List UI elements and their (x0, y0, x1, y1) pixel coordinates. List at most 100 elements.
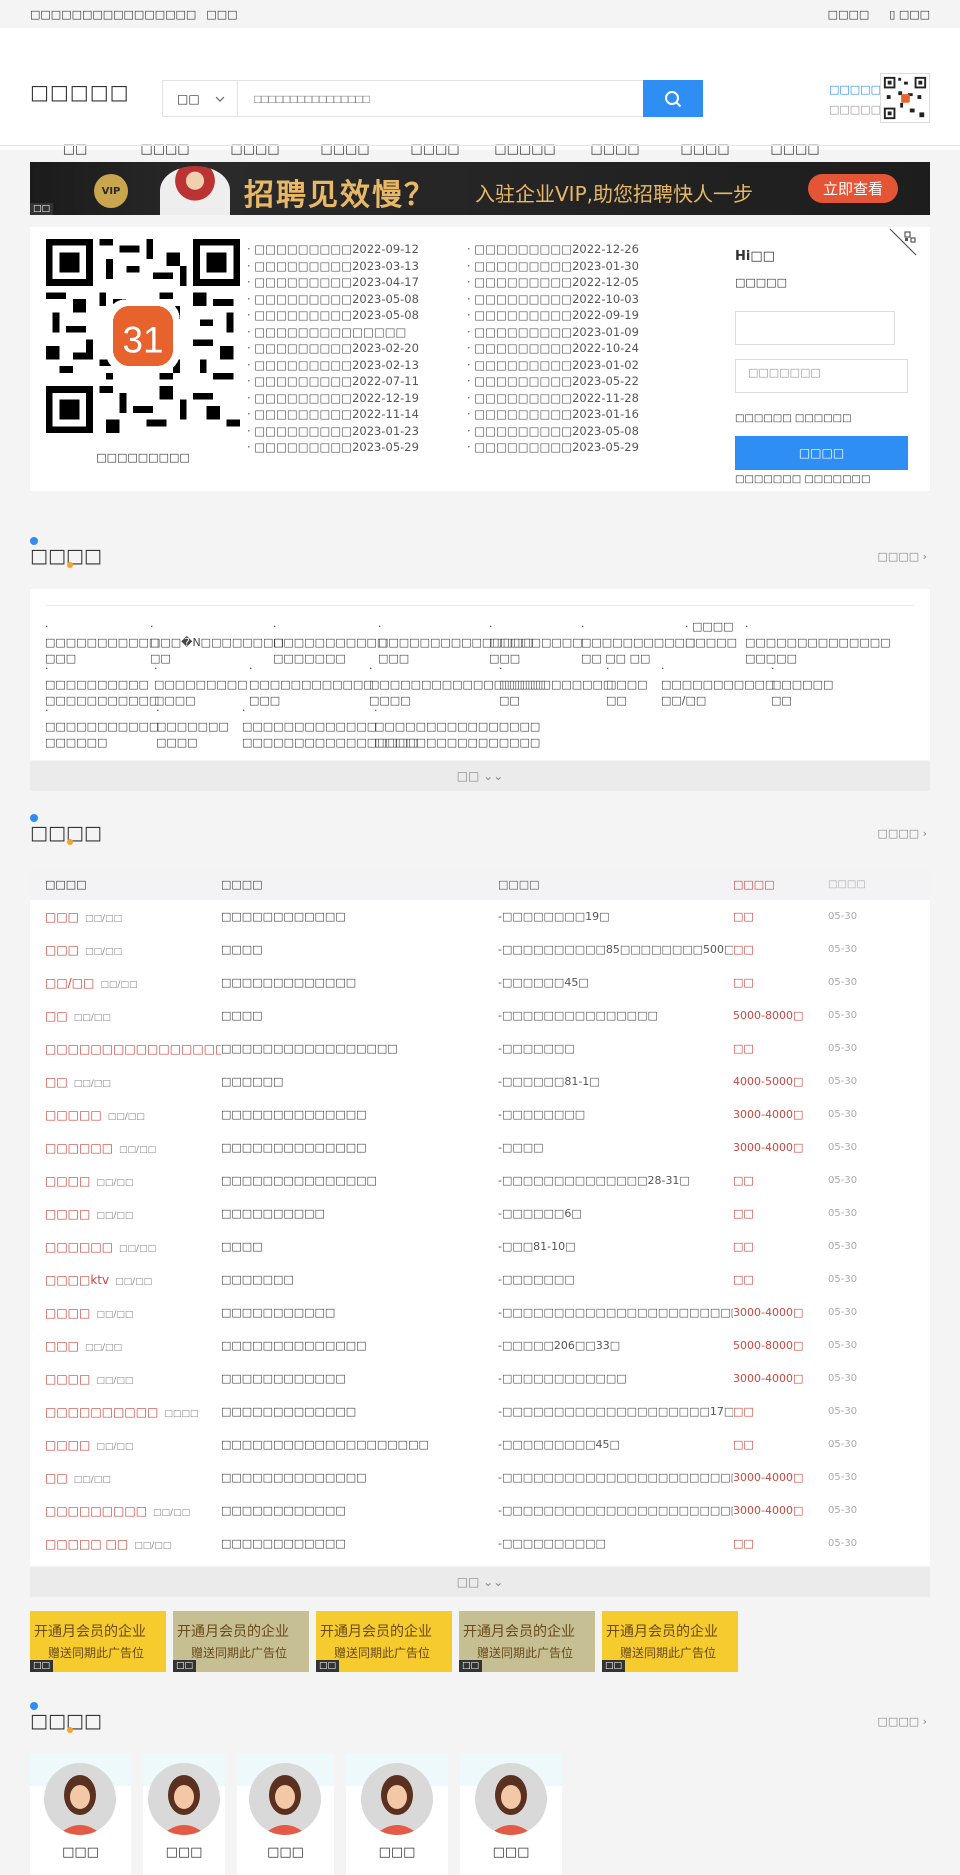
login-button[interactable]: □□□□ (735, 436, 908, 470)
company-cell[interactable]: □□□□□□□□□□□□□□ (221, 1471, 498, 1484)
news-item[interactable]: · □□□□□□□□□2023-05-22 (467, 373, 639, 390)
company-cell[interactable]: □□□□□□□ (221, 1273, 498, 1286)
company-cell[interactable]: □□□□□□□□□□□□□□ (221, 1339, 498, 1352)
job-title-cell[interactable]: □□□□□ □□/□□ (30, 1108, 221, 1122)
talent-card[interactable]: □□□ (460, 1753, 562, 1875)
table-row[interactable]: □□□□ktv □□/□□ □□□□□□□ -□□□□□□□ □□ 05-30 (30, 1263, 930, 1296)
tag-link[interactable]: · □□□□□□□□□□□□□□ □□□□□ (745, 619, 891, 667)
company-cell[interactable]: □□□□□□□□□□□□ (221, 1504, 498, 1517)
company-cell[interactable]: □□□□□□□□□□□□□□□□□□□□ (221, 1438, 498, 1451)
job-title[interactable]: □□□ (45, 943, 79, 957)
job-title-cell[interactable]: □□□□□□ □□/□□ (30, 1141, 221, 1155)
ad-slot[interactable]: 开通月会员的企业 赠送同期此广告位 □□ (459, 1611, 595, 1672)
job-title[interactable]: □□/□□ (45, 976, 94, 990)
job-title-cell[interactable]: □□□ □□/□□ (30, 910, 221, 924)
company-cell[interactable]: □□□□ (221, 1009, 498, 1022)
company-cell[interactable]: □□□□□□□□□□□□ (221, 1537, 498, 1550)
job-title-cell[interactable]: □□ □□/□□ (30, 1009, 221, 1023)
news-item[interactable]: · □□□□□□□□□2023-05-29 (247, 439, 419, 456)
table-row[interactable]: □□□ □□/□□ □□□□□□□□□□□□□□ -□□□□□206□□33□ 5000… (30, 1329, 930, 1362)
company-cell[interactable]: □□□□□□ (221, 1075, 498, 1088)
job-title-cell[interactable]: □□□ □□/□□ (30, 943, 221, 957)
tag-link[interactable]: · □□□□□□□□□ □□□□ (154, 661, 248, 709)
company-cell[interactable]: □□□□ (221, 1240, 498, 1253)
tag-link[interactable]: · □□□□ □□ (606, 661, 653, 709)
qr-toggle-icon[interactable] (888, 227, 918, 257)
job-title[interactable]: □□ (45, 1471, 68, 1485)
banner-view-button[interactable]: 立即查看 (808, 174, 898, 203)
job-title[interactable]: □□□□□□□□□□ (45, 1405, 158, 1419)
table-row[interactable]: □□□□ □□/□□ □□□□□□□□□□□□ -□□□□□□□□□□□□ 3000-4… (30, 1362, 930, 1395)
news-item[interactable]: · □□□□□□□□□□□□□□ (247, 324, 419, 341)
company-cell[interactable]: □□□□□□□□□□□□□□□□□ (221, 1042, 498, 1055)
job-title-cell[interactable]: □□/□□ □□/□□ (30, 976, 221, 990)
table-row[interactable]: □□□□ □□/□□ □□□□□□□□□□□□□□□ -□□□□□□□□□□□□□□2… (30, 1164, 930, 1197)
job-title[interactable]: □□□□□□□□□ (45, 1504, 147, 1518)
table-row[interactable]: □□□ □□/□□ □□□□□□□□□□□□ -□□□□□□□□19□ □□ 05-30 (30, 900, 930, 933)
news-item[interactable]: · □□□□□□□□□2023-01-02 (467, 357, 639, 374)
tag-link[interactable]: · □□□□□□□□□□ □□□□□□□□□□□ (45, 661, 159, 709)
job-title[interactable]: □□□ (45, 910, 79, 924)
tag-link[interactable]: · □□□□ □□□□□ (685, 619, 737, 667)
company-cell[interactable]: □□□□□□□□□□□□□□ (221, 1141, 498, 1154)
job-title-cell[interactable]: □□ □□/□□ (30, 1471, 221, 1485)
news-item[interactable]: · □□□□□□□□□2023-03-13 (247, 258, 419, 275)
job-title-cell[interactable]: □□□□ □□/□□ (30, 1438, 221, 1452)
job-title[interactable]: □□□□□ □□ (45, 1537, 128, 1551)
news-item[interactable]: · □□□□□□□□□2023-01-09 (467, 324, 639, 341)
job-title[interactable]: □□□□ (45, 1306, 90, 1320)
news-item[interactable]: · □□□□□□□□□2022-11-14 (247, 406, 419, 423)
news-item[interactable]: · □□□□□□□□□2023-01-30 (467, 258, 639, 275)
news-item[interactable]: · □□□□□□□□□2023-04-17 (247, 274, 419, 291)
company-cell[interactable]: □□□□□□□□□□□□□□ (221, 1108, 498, 1121)
news-item[interactable]: · □□□□□□□□□2023-02-20 (247, 340, 419, 357)
talent-card[interactable]: □□□ (143, 1753, 225, 1875)
tag-link[interactable]: · □□□□□□□□□□□ □□ (499, 661, 613, 709)
job-title-cell[interactable]: □□□□□□□□□ □□/□□ (30, 1504, 221, 1518)
password-field[interactable]: □□□□□□□ (735, 359, 908, 393)
search-button[interactable] (643, 80, 703, 117)
news-item[interactable]: · □□□□□□□□□2023-05-29 (467, 439, 639, 456)
job-title[interactable]: □□ (45, 1009, 68, 1023)
tag-link[interactable]: · □□□□□□□□□□□□□ □□□□□□□□□□□□□□□□□ (242, 703, 419, 751)
news-item[interactable]: · □□□□□□□□□2022-11-28 (467, 390, 639, 407)
job-title[interactable]: □□ (45, 1075, 68, 1089)
job-title[interactable]: □□□ (45, 1339, 79, 1353)
tag-link[interactable]: · □□□□□□□□□□□ □□/□□ (661, 661, 775, 709)
username-field[interactable] (735, 311, 895, 345)
table-row[interactable]: □□□□□□□□□□ □□□□ □□□□□□□□□□□□□ -□□□□□□□□□□□□… (30, 1395, 930, 1428)
expand-button[interactable]: □□ ⌄⌄ (30, 761, 930, 791)
company-cell[interactable]: □□□□□□□□□□□□□ (221, 976, 498, 989)
job-title-cell[interactable]: □□□□□□□□□□□□□□□□□□□/□□ (30, 1042, 221, 1056)
job-title[interactable]: □□□□ (45, 1174, 90, 1188)
more-link[interactable]: □□□□ › (878, 550, 927, 563)
news-item[interactable]: · □□□□□□□□□2023-02-13 (247, 357, 419, 374)
table-row[interactable]: □□□□ □□/□□ □□□□□□□□□□ -□□□□□□6□ □□ 05-30 (30, 1197, 930, 1230)
job-title-cell[interactable]: □□□□ □□/□□ (30, 1174, 221, 1188)
table-row[interactable]: □□□□□ □□ □□/□□ □□□□□□□□□□□□ -□□□□□□□□□□ □□ 05… (30, 1527, 930, 1560)
ad-slot[interactable]: 开通月会员的企业 赠送同期此广告位 □□ (173, 1611, 309, 1672)
site-logo[interactable]: □□□□□ (30, 80, 129, 104)
table-row[interactable]: □□□□ □□/□□ □□□□□□□□□□□□□□□□□□□□ -□□□□□□□□□4… (30, 1428, 930, 1461)
tag-link[interactable]: · □□□□□□□□□□□ □□□□□□ (45, 703, 159, 751)
mobile-link[interactable]: ▯ □□□ (889, 8, 930, 21)
job-title[interactable]: □□□□ (45, 1372, 90, 1386)
news-item[interactable]: · □□□□□□□□□2023-01-23 (247, 423, 419, 440)
company-cell[interactable]: □□□□□□□□□□□□□ (221, 1405, 498, 1418)
job-title[interactable]: □□□□□ (45, 1108, 102, 1122)
table-row[interactable]: □□□□□□ □□/□□ □□□□□□□□□□□□□□ -□□□□ 3000-4000□… (30, 1131, 930, 1164)
table-row[interactable]: □□/□□ □□/□□ □□□□□□□□□□□□□ -□□□□□□45□ □□ 05-30 (30, 966, 930, 999)
tag-link[interactable]: · □□□□□□□□□□□□□□□ □□□ (378, 619, 534, 667)
table-row[interactable]: □□□□□ □□/□□ □□□□□□□□□□□□□□ -□□□□□□□□ 3000-40… (30, 1098, 930, 1131)
job-title-cell[interactable]: □□□□□□□□□□ □□□□ (30, 1405, 221, 1419)
news-item[interactable]: · □□□□□□□□□2023-05-08 (247, 307, 419, 324)
login-link[interactable]: □□□ (206, 8, 237, 21)
news-item[interactable]: · □□□□□□□□□2022-09-19 (467, 307, 639, 324)
company-cell[interactable]: □□□□□□□□□□□□ (221, 910, 498, 923)
tag-link[interactable]: · □□□□□□□□□□□ □□□ (45, 619, 159, 667)
vip-banner[interactable]: VIP 招聘见效慢？ 入驻企业VIP,助您招聘快人一步 立即查看 □□ (30, 162, 930, 215)
news-item[interactable]: · □□□□□□□□□2022-09-12 (247, 241, 419, 258)
tag-link[interactable]: · □□□�N□□□□□□□□ □□ (150, 619, 284, 667)
tag-link[interactable]: · □□□□□□ □□ (771, 661, 833, 709)
talent-card[interactable]: □□□ (237, 1753, 334, 1875)
